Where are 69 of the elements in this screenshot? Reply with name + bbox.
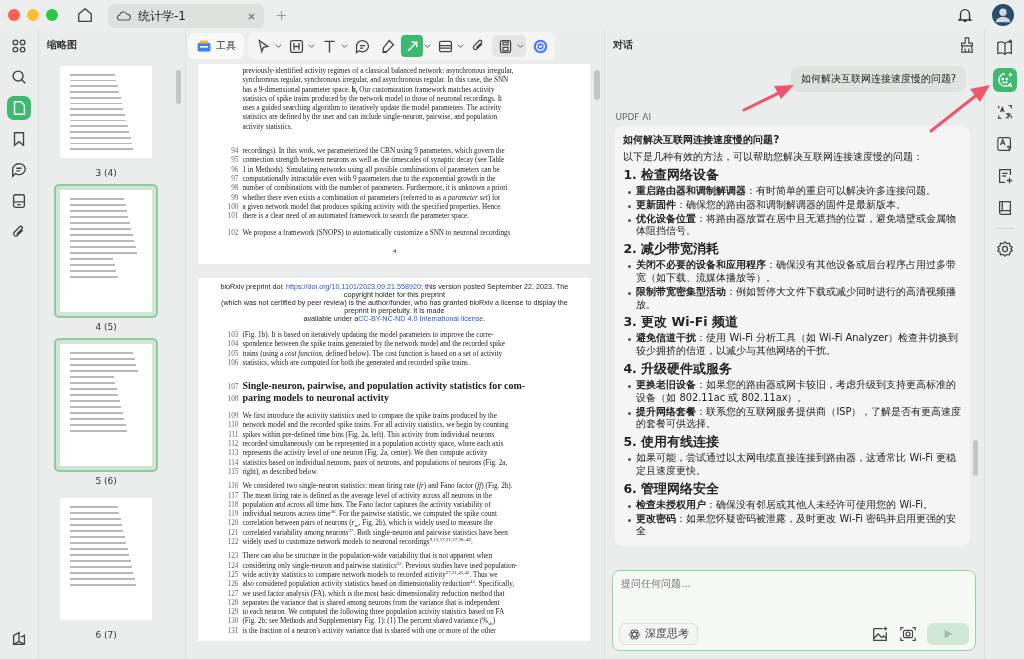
bullet-icon — [628, 265, 632, 269]
deep-think-button[interactable]: 深度思考 — [619, 623, 699, 645]
answer-heading: 6. 管理网络安全 — [623, 480, 721, 498]
atom-icon — [628, 627, 642, 641]
page-label: 6 (7) — [95, 630, 117, 640]
bullet-icon — [628, 218, 632, 222]
toolbox-icon — [196, 38, 213, 54]
caret-icon[interactable] — [341, 43, 349, 49]
section-heading: Single-neuron, pairwise, and population activity statistics for com- — [242, 380, 526, 393]
caret-icon[interactable] — [424, 43, 432, 49]
camera-icon[interactable] — [899, 625, 918, 643]
bullet-icon — [628, 458, 632, 462]
sender-label: UPDF AI — [615, 112, 653, 122]
answer-heading: 4. 升级硬件或服务 — [623, 360, 734, 378]
answer-item: 重启路由器和调制解调器：有时简单的重启可以解决许多连接问题。 — [636, 185, 937, 198]
answer-item: 更换老旧设备：如果您的路由器或网卡较旧，考虑升级到支持更高标准的设备（如 802.11ac 或 802.11ax）。 — [636, 378, 958, 405]
answer-heading: 1. 检查网络设备 — [623, 167, 721, 184]
answer-heading: 3. 更改 Wi-Fi 频道 — [623, 314, 739, 332]
scrollbar[interactable] — [973, 440, 979, 476]
document-tab[interactable]: 统计学-1 — [108, 4, 264, 28]
answer-item: 更改密码：如果您怀疑密码被泄露，及时更改 Wi-Fi 密码并启用更强的安全 — [636, 512, 957, 539]
page-thumbnail[interactable] — [54, 338, 159, 472]
caret-icon[interactable] — [275, 43, 283, 49]
close-button[interactable] — [8, 9, 20, 21]
answer-title: 如何解决互联网连接速度慢的问题? — [623, 133, 781, 147]
tab-title: 统计学-1 — [138, 7, 187, 25]
bullet-icon — [628, 204, 632, 208]
image-icon[interactable] — [871, 625, 890, 643]
page-label: 4 (5) — [95, 322, 117, 332]
panel-title: 对话 — [613, 38, 634, 52]
page-label: 5 (6) — [95, 476, 117, 486]
bullet-icon — [628, 291, 632, 295]
scrollbar[interactable] — [176, 70, 182, 104]
bullet-icon — [628, 384, 632, 388]
question-field[interactable]: 提问任何问题... 深度思考 — [612, 570, 977, 651]
answer-item: 避免信道干扰：使用 Wi-Fi 分析工具（如 Wi-Fi Analyzer）检查并切换到较少拥挤的信道，以减少与其他网络的干扰。 — [636, 332, 960, 358]
annotation-arrow — [742, 85, 794, 112]
question-bubble: 如何解决互联网连接速度慢的问题? — [790, 66, 967, 92]
bullet-icon — [628, 518, 632, 522]
answer-heading: 5. 使用有线连接 — [623, 434, 721, 452]
bullet-icon — [628, 504, 632, 508]
page-thumbnail[interactable] — [54, 184, 159, 318]
tools-button[interactable]: 工具 — [188, 33, 245, 59]
bullet-icon — [628, 411, 632, 415]
answer-item: 更新固件：确保您的路由器和调制解调器的固件是最新版本。 — [636, 198, 907, 212]
scrollbar[interactable] — [594, 70, 601, 100]
avatar[interactable] — [992, 4, 1014, 26]
bullet-icon — [628, 338, 632, 342]
bullet-icon — [628, 191, 632, 194]
caret-icon[interactable] — [457, 43, 465, 49]
answer-item: 限制带宽密集型活动：例如暂停大文件下载或减少同时进行的高清视频播放。 — [636, 285, 958, 312]
answer-item: 提升网络套餐：联系您的互联网服务提供商（ISP），了解是否有更高速度的套餐可供选择。 — [636, 405, 963, 432]
cloud-icon — [116, 10, 132, 22]
answer-item: 关闭不必要的设备和应用程序：确保没有其他设备或后台程序占用过多带宽（如下载、流媒体播放等）。 — [636, 259, 958, 285]
page-label: 3 (4) — [95, 168, 117, 178]
answer-intro: 以下是几种有效的方法，可以帮助您解决互联网连接速度慢的问题： — [623, 150, 925, 164]
caret-icon[interactable] — [517, 43, 525, 49]
close-icon[interactable] — [247, 11, 256, 21]
caret-icon[interactable] — [308, 43, 316, 49]
answer-item: 优化设备位置：将路由器放置在居中且无遮挡的位置，避免墙壁或金属物体阻挡信号。 — [636, 212, 958, 239]
bell-icon[interactable] — [956, 6, 974, 24]
section-heading: paring models to neuronal activity — [242, 392, 389, 405]
panel-title: 缩略图 — [46, 38, 77, 52]
send-icon — [943, 629, 954, 639]
annotation-arrow — [929, 85, 990, 133]
answer-item: 如果可能，尝试通过以太网电缆直接连接到路由器，这通常比 Wi-Fi 更稳定且速度更快。 — [636, 452, 957, 478]
home-icon[interactable] — [76, 6, 94, 24]
answer-item: 检查未授权用户：确保没有邻居或其他人未经许可使用您的 Wi-Fi。 — [636, 498, 933, 512]
answer-heading: 2. 减少带宽消耗 — [623, 241, 721, 259]
